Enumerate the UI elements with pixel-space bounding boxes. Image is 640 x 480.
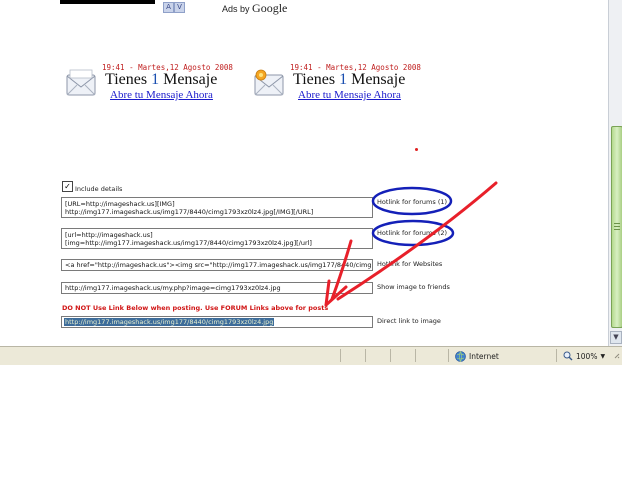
envelope-icon: [66, 69, 96, 96]
status-bar: Internet 100% ▼: [0, 346, 622, 365]
open-message-link[interactable]: Abre tu Mensaje Ahora: [298, 89, 401, 101]
magnifier-icon: [563, 351, 573, 361]
zoom-dropdown-icon[interactable]: ▼: [600, 353, 605, 360]
forums1-label: Hotlink for forums (1): [377, 198, 448, 206]
direct-link-label: Direct link to image: [377, 317, 441, 325]
security-zone[interactable]: Internet: [455, 351, 499, 362]
red-dot-mark: [415, 148, 418, 151]
forums1-code-field[interactable]: [URL=http://imageshack.us][IMG] http://i…: [61, 197, 373, 218]
message-title: Tienes 1 Mensaje: [105, 71, 218, 88]
resize-grip-icon[interactable]: [612, 351, 620, 361]
font-size-v-button[interactable]: V: [174, 2, 185, 13]
vertical-scrollbar[interactable]: ▼: [608, 0, 622, 346]
websites-label: Hotlink for Websites: [377, 260, 443, 268]
direct-link-field[interactable]: http://img177.imageshack.us/img177/8440/…: [61, 316, 373, 328]
globe-icon: [455, 351, 466, 362]
include-details-label: Include details: [75, 185, 123, 193]
browser-viewport: A V Ads by Google 19:41 - Martes,12 Agos…: [0, 0, 622, 346]
message-title: Tienes 1 Mensaje: [293, 71, 406, 88]
message-ad-1[interactable]: 19:41 - Martes,12 Agosto 2008 Tienes 1 M…: [66, 63, 246, 107]
friends-url-field[interactable]: http://img177.imageshack.us/my.php?image…: [61, 282, 373, 294]
scroll-down-arrow-icon[interactable]: ▼: [610, 331, 622, 344]
include-details-checkbox[interactable]: ✓: [62, 181, 73, 192]
envelope-star-icon: [254, 69, 284, 96]
forums2-label: Hotlink for forums (2): [377, 229, 448, 237]
message-ad-2[interactable]: 19:41 - Martes,12 Agosto 2008 Tienes 1 M…: [254, 63, 434, 107]
scroll-thumb[interactable]: [611, 126, 622, 328]
zone-label: Internet: [469, 352, 499, 361]
forums2-code-field[interactable]: [url=http://imageshack.us] [img=http://i…: [61, 228, 373, 249]
warning-text: DO NOT Use Link Below when posting. Use …: [62, 304, 329, 312]
ads-by-google[interactable]: Ads by Google: [222, 1, 287, 16]
zoom-level: 100%: [576, 351, 598, 361]
websites-code-field[interactable]: <a href="http://imageshack.us"><img src=…: [61, 259, 373, 271]
font-size-a-button[interactable]: A: [163, 2, 174, 13]
selected-direct-url: http://img177.imageshack.us/img177/8440/…: [64, 318, 275, 326]
top-banner: [60, 0, 155, 4]
open-message-link[interactable]: Abre tu Mensaje Ahora: [110, 89, 213, 101]
friends-label: Show image to friends: [377, 283, 450, 291]
zoom-control[interactable]: 100% ▼: [563, 351, 605, 361]
google-logo: Google: [252, 1, 288, 15]
